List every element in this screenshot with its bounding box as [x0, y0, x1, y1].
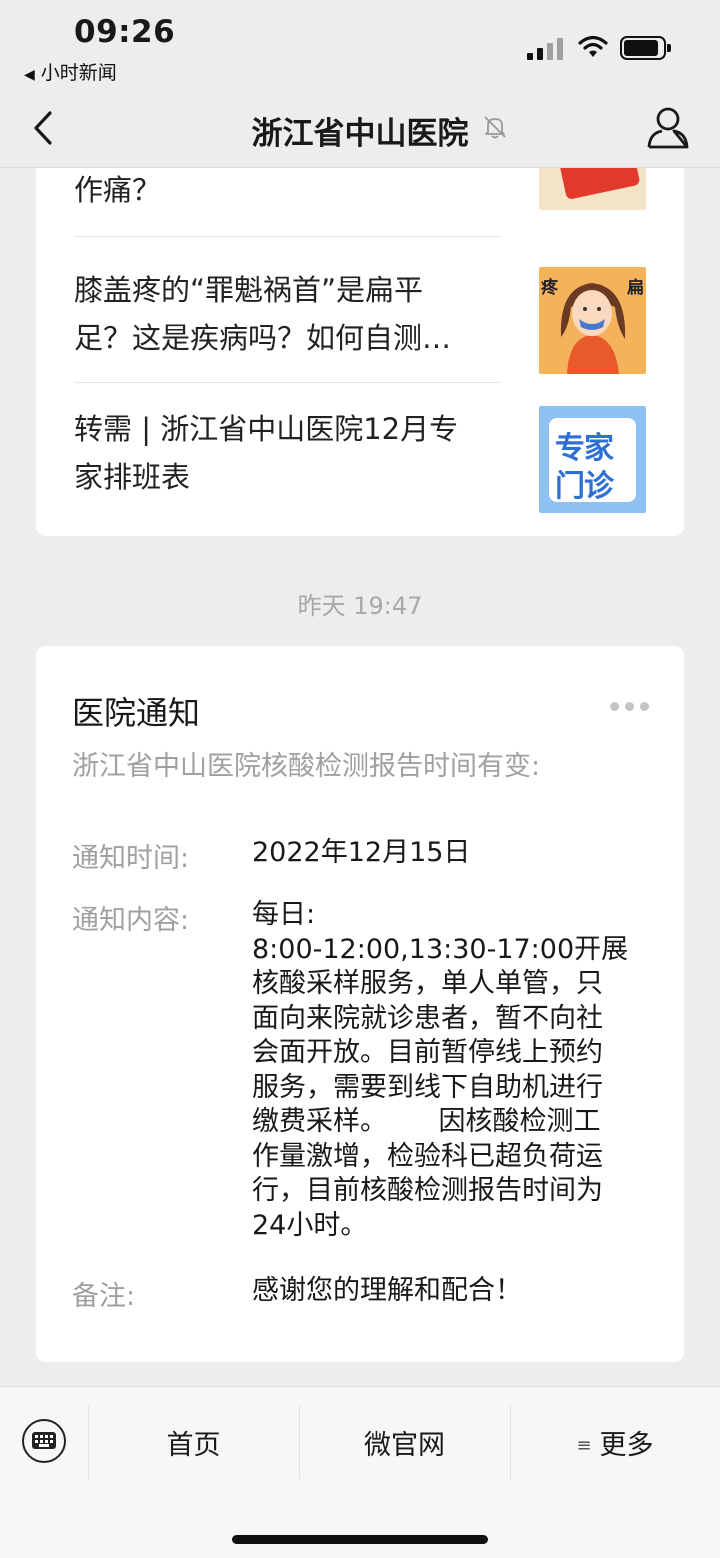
menu-item-home[interactable]: 首页	[88, 1423, 299, 1462]
field-value-line: 作量激增，检验科已超负荷运	[252, 1140, 603, 1172]
more-options-icon[interactable]	[610, 702, 650, 712]
field-value-line: 行，目前核酸检测报告时间为	[252, 1175, 603, 1206]
field-label: 通知时间:	[72, 843, 190, 874]
list-icon: ≡	[576, 1435, 592, 1456]
thumb-text-left: 疼	[541, 278, 558, 298]
article-title-line: 转需 | 浙江省中山医院12月专	[74, 412, 459, 446]
notice-title: 医院通知	[72, 694, 201, 732]
back-to-app-link[interactable]: ◀ 小时新闻	[24, 58, 117, 85]
field-value-line: 2022年12月15日	[252, 837, 471, 868]
field-value-line: 感谢您的理解和配合！	[252, 1275, 522, 1306]
battery-icon	[620, 36, 671, 60]
divider	[74, 236, 501, 237]
mute-bell-icon	[484, 116, 506, 139]
field-label: 备注:	[72, 1281, 136, 1312]
field-value-line: 服务，需要到线下自助机进行	[252, 1071, 603, 1103]
article-thumbnail: 疼 扁	[539, 267, 646, 374]
article-title: 转需 | 浙江省中山医院12月专 家排班表	[74, 405, 484, 501]
page-title-text: 浙江省中山医院	[251, 116, 469, 152]
status-time: 09:26	[74, 14, 176, 50]
field-value-line: 24小时。	[252, 1209, 368, 1241]
field-value-line: 会面开放。目前暂停线上预约	[252, 1037, 603, 1068]
wifi-icon	[578, 35, 608, 57]
thumb-text-line: 门诊	[555, 469, 614, 504]
page-title: 浙江省中山医院	[0, 108, 720, 153]
article-thumbnail	[539, 168, 646, 210]
divider	[74, 382, 501, 383]
article-thumbnail: 专家 门诊	[539, 406, 646, 513]
back-triangle-icon: ◀	[24, 67, 35, 83]
bottom-menu: 首页 微官网 ≡ 更多	[0, 1386, 720, 1558]
notice-card[interactable]: 医院通知 浙江省中山医院核酸检测报告时间有变: 通知时间: 2022年12月15…	[36, 646, 684, 1362]
profile-icon[interactable]	[646, 104, 690, 150]
article-title: 作痛？	[74, 168, 484, 214]
field-value-line: 8:00-12:00,13:30-17:00开展	[252, 933, 629, 965]
thumb-text-right: 扁	[627, 278, 644, 298]
keyboard-toggle-icon[interactable]	[22, 1419, 66, 1463]
cellular-signal-icon	[527, 36, 563, 60]
back-app-label: 小时新闻	[40, 62, 117, 84]
field-value-line: 每日:	[252, 899, 316, 930]
field-value-line: 缴费采样。 因核酸检测工	[252, 1106, 601, 1137]
menu-item-micro-site[interactable]: 微官网	[299, 1423, 510, 1462]
field-value-line: 面向来院就诊患者，暂不向社	[252, 1002, 603, 1034]
menu-item-more[interactable]: ≡ 更多	[510, 1423, 720, 1462]
home-indicator[interactable]	[232, 1535, 488, 1544]
article-title-line: 作痛？	[74, 173, 162, 207]
article-card: 作痛？ 膝盖疼的“罪魁祸首”是扁平 足？这是疾病吗？如何自测… 疼 扁 转需 |…	[36, 168, 684, 536]
field-value-line: 核酸采样服务，单人单管，只	[252, 968, 603, 999]
article-title-line: 膝盖疼的“罪魁祸首”是扁平	[74, 273, 424, 307]
field-value: 感谢您的理解和配合！	[252, 1274, 652, 1309]
menu-item-more-label: 更多	[599, 1430, 654, 1461]
field-value: 2022年12月15日	[252, 836, 652, 871]
field-label: 通知内容:	[72, 905, 190, 936]
status-bar: 09:26 ◀ 小时新闻	[0, 0, 720, 90]
notice-subtitle: 浙江省中山医院核酸检测报告时间有变:	[72, 751, 541, 782]
message-list[interactable]: 作痛？ 膝盖疼的“罪魁祸首”是扁平 足？这是疾病吗？如何自测… 疼 扁 转需 |…	[0, 168, 720, 1386]
article-title-line: 家排班表	[74, 460, 191, 494]
message-timestamp: 昨天 19:47	[297, 592, 423, 620]
field-value: 每日: 8:00-12:00,13:30-17:00开展 核酸采样服务，单人单管…	[252, 898, 652, 1243]
nav-bar: 浙江省中山医院	[0, 90, 720, 168]
article-title-line: 足？这是疾病吗？如何自测…	[74, 321, 452, 355]
article-title: 膝盖疼的“罪魁祸首”是扁平 足？这是疾病吗？如何自测…	[74, 266, 484, 362]
